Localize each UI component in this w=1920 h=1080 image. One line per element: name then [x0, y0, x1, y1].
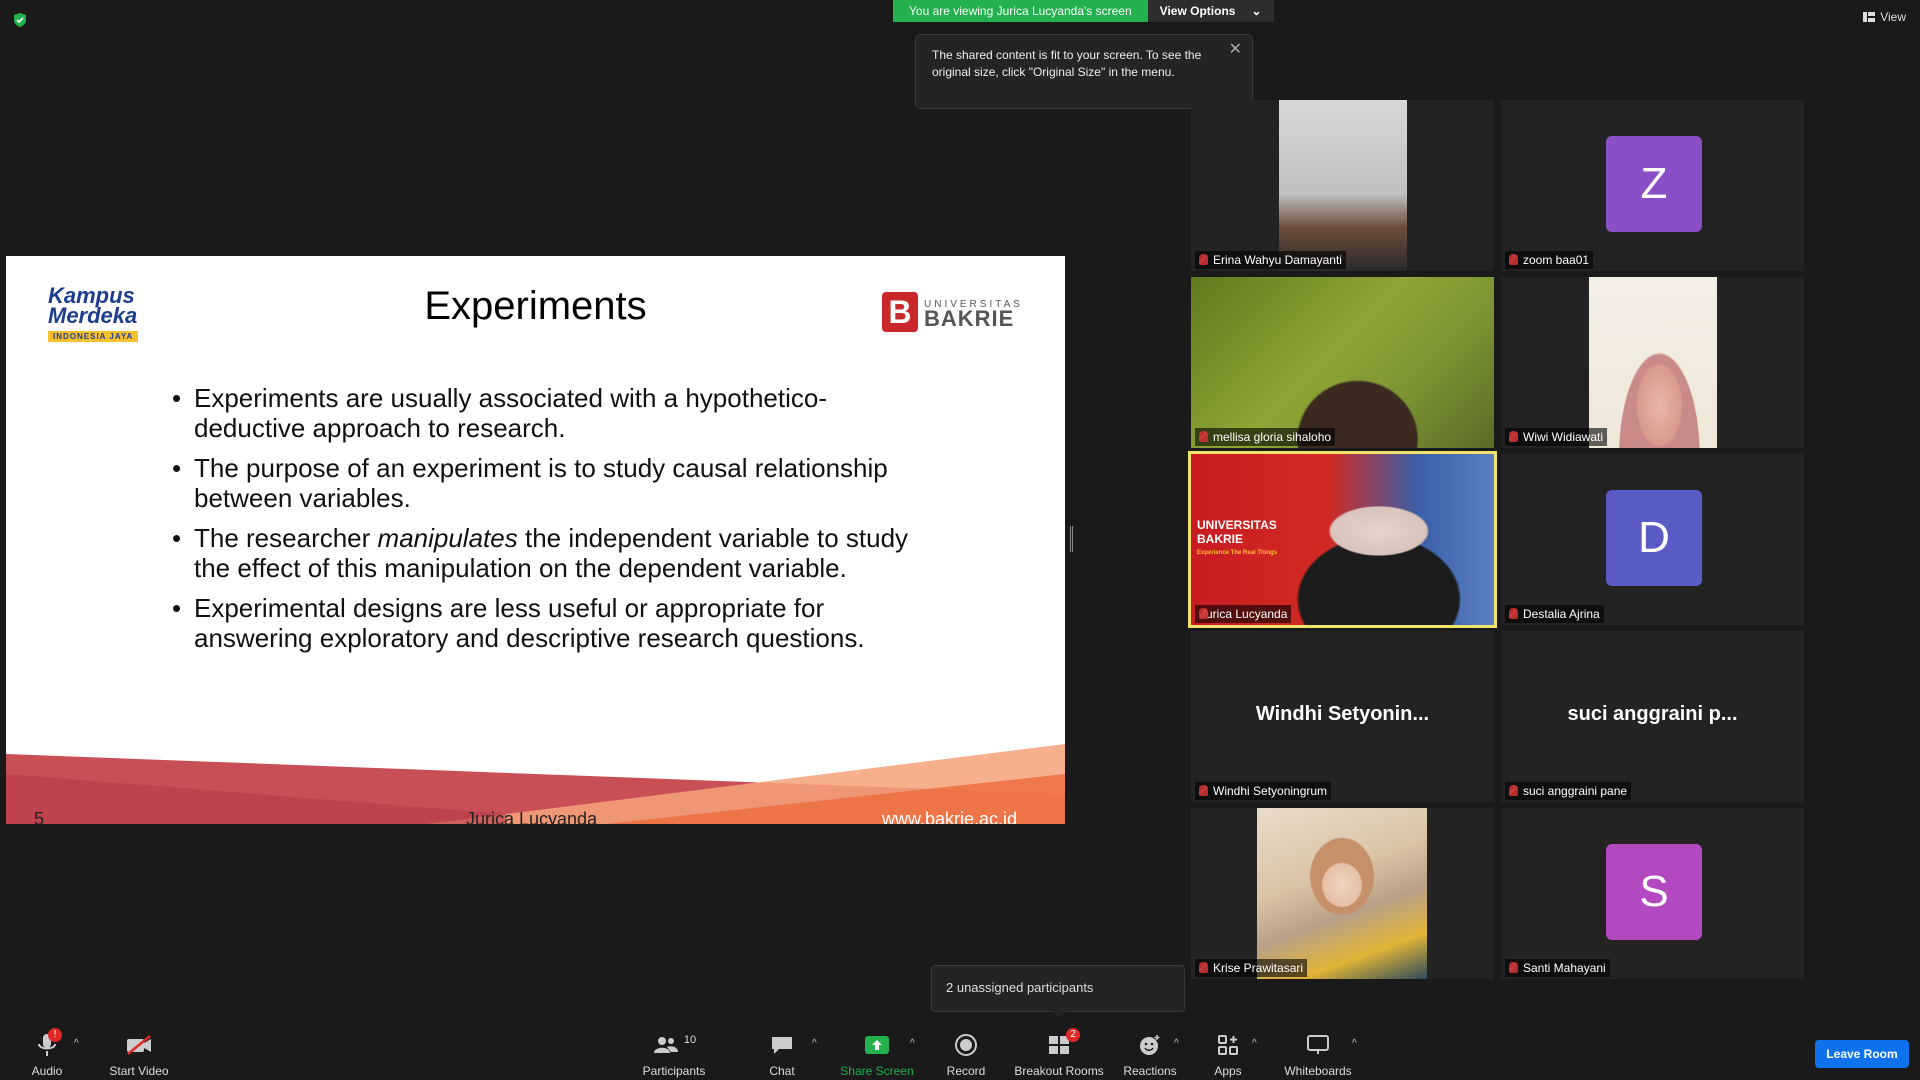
slide-footer-name: Jurica Lucyanda — [466, 809, 598, 824]
view-button[interactable]: View — [1863, 10, 1906, 24]
participant-display-name: Windhi Setyonin... — [1255, 703, 1430, 725]
breakout-popup-text: 2 unassigned participants — [946, 980, 1094, 995]
chat-button[interactable]: Chat — [762, 1020, 802, 1078]
participant-name: Jurica Lucyanda — [1195, 605, 1292, 623]
video-off-icon — [127, 1035, 151, 1055]
participant-name: mellisa gloria sihaloho — [1195, 428, 1336, 446]
participant-video — [1257, 808, 1427, 979]
record-icon — [955, 1034, 977, 1056]
participant-tile[interactable]: Erina Wahyu Damayanti — [1191, 100, 1494, 271]
share-screen-label: Share Screen — [840, 1064, 914, 1078]
avatar: S — [1606, 844, 1702, 940]
audio-label: Audio — [31, 1064, 63, 1078]
participant-name: suci anggraini pane — [1505, 782, 1632, 800]
view-label: View — [1880, 10, 1906, 24]
participants-icon — [653, 1037, 678, 1053]
participant-tile[interactable]: D Destalia Ajrina — [1501, 454, 1804, 625]
audio-warning-badge: ! — [48, 1028, 62, 1042]
splitter-handle[interactable] — [1070, 526, 1073, 552]
avatar: D — [1606, 490, 1702, 586]
start-video-button[interactable]: Start Video — [104, 1020, 174, 1078]
chevron-up-icon[interactable]: ^ — [1174, 1038, 1179, 1049]
breakout-unassigned-popup: 2 unassigned participants — [931, 965, 1185, 1012]
participant-video — [1589, 277, 1717, 448]
reactions-label: Reactions — [1123, 1064, 1177, 1078]
viewing-status: You are viewing Jurica Lucyanda's screen — [893, 0, 1148, 22]
apps-icon — [1218, 1035, 1238, 1055]
smiley-icon — [1140, 1035, 1160, 1055]
whiteboards-label: Whiteboards — [1284, 1064, 1352, 1078]
participant-name: Wiwi Widiawati — [1505, 428, 1608, 446]
whiteboards-button[interactable]: Whiteboards — [1280, 1020, 1356, 1078]
record-label: Record — [946, 1064, 986, 1078]
chevron-up-icon[interactable]: ^ — [74, 1038, 79, 1049]
chevron-up-icon[interactable]: ^ — [1252, 1038, 1257, 1049]
popup-tail — [1052, 1011, 1066, 1018]
bullet-item: Experimental designs are less useful or … — [172, 593, 912, 653]
participant-tile[interactable]: mellisa gloria sihaloho — [1191, 277, 1494, 448]
audio-button[interactable]: Audio ! — [22, 1020, 72, 1078]
participant-name: Windhi Setyoningrum — [1195, 782, 1332, 800]
chevron-up-icon[interactable]: ^ — [1352, 1038, 1357, 1049]
view-options-label: View Options — [1159, 4, 1236, 18]
meeting-toolbar: Audio ! ^ Start Video 10 Participants Ch… — [0, 1020, 1920, 1080]
apps-label: Apps — [1214, 1064, 1242, 1078]
universitas-bakrie-logo: B UNIVERSITAS BAKRIE — [882, 292, 1023, 332]
share-screen-icon — [865, 1036, 889, 1054]
participant-name: Erina Wahyu Damayanti — [1195, 251, 1346, 269]
viewing-banner: You are viewing Jurica Lucyanda's screen… — [893, 0, 1274, 22]
view-options-button[interactable]: View Options ⌄ — [1147, 0, 1274, 22]
fit-screen-tooltip: The shared content is fit to your screen… — [915, 34, 1253, 109]
reactions-button[interactable]: Reactions — [1122, 1020, 1178, 1078]
background-text: UNIVERSITAS BAKRIE Experience The Real T… — [1197, 518, 1278, 556]
participants-count: 10 — [683, 1034, 697, 1046]
shared-screen: Kampus Merdeka INDONESIA JAYA Experiment… — [6, 256, 1065, 824]
tooltip-text: The shared content is fit to your screen… — [932, 48, 1202, 79]
chat-icon — [772, 1037, 792, 1054]
share-screen-button[interactable]: Share Screen — [838, 1020, 916, 1078]
participant-name: Santi Mahayani — [1505, 959, 1610, 977]
leave-room-button[interactable]: Leave Room — [1815, 1040, 1909, 1068]
slide-number: 5 — [34, 809, 45, 824]
bullet-item: The researcher manipulates the independe… — [172, 523, 912, 583]
participant-name: Destalia Ajrina — [1505, 605, 1604, 623]
participant-video — [1279, 100, 1407, 271]
chevron-up-icon[interactable]: ^ — [910, 1038, 915, 1049]
chevron-up-icon[interactable]: ^ — [812, 1038, 817, 1049]
breakout-rooms-button[interactable]: Breakout Rooms 2 — [1012, 1020, 1106, 1078]
bullet-item: Experiments are usually associated with … — [172, 383, 912, 443]
slide-footer-url: www.bakrie.ac.id — [882, 809, 1018, 824]
breakout-rooms-label: Breakout Rooms — [1014, 1064, 1104, 1078]
participant-name: Krise Prawitasari — [1195, 959, 1308, 977]
slide-bullets: Experiments are usually associated with … — [172, 383, 912, 663]
breakout-badge: 2 — [1066, 1028, 1080, 1042]
participants-button[interactable]: 10 Participants — [638, 1020, 710, 1078]
participant-display-name: suci anggraini p... — [1567, 703, 1738, 725]
start-video-label: Start Video — [109, 1064, 169, 1078]
avatar: Z — [1606, 136, 1702, 232]
participant-tile[interactable]: Z zoom baa01 — [1501, 100, 1804, 271]
participant-video — [1191, 277, 1494, 448]
participant-tile[interactable]: Wiwi Widiawati — [1501, 277, 1804, 448]
participant-tile[interactable]: suci anggraini p... suci anggraini pane — [1501, 631, 1804, 802]
participant-tile[interactable]: S Santi Mahayani — [1501, 808, 1804, 979]
participant-tile[interactable]: Windhi Setyonin... Windhi Setyoningrum — [1191, 631, 1494, 802]
participant-tile-active-speaker[interactable]: UNIVERSITAS BAKRIE Experience The Real T… — [1188, 451, 1497, 628]
participants-label: Participants — [642, 1064, 706, 1078]
apps-button[interactable]: Apps — [1208, 1020, 1248, 1078]
shield-icon[interactable] — [12, 12, 28, 28]
participant-name: zoom baa01 — [1505, 251, 1594, 269]
record-button[interactable]: Record — [944, 1020, 988, 1078]
whiteboard-icon — [1307, 1035, 1329, 1054]
chat-label: Chat — [769, 1064, 795, 1078]
chevron-down-icon: ⌄ — [1251, 4, 1262, 18]
close-icon[interactable]: ✕ — [1229, 41, 1242, 58]
grid-view-icon — [1863, 12, 1876, 22]
bullet-item: The purpose of an experiment is to study… — [172, 453, 912, 513]
participant-tile[interactable]: Krise Prawitasari — [1191, 808, 1494, 979]
